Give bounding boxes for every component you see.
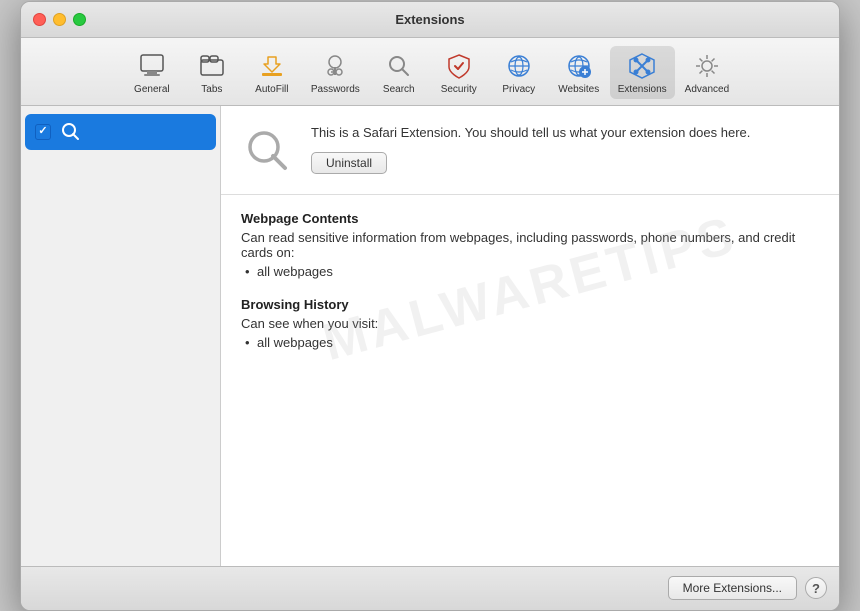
toolbar-item-search[interactable]: Search: [370, 46, 428, 99]
toolbar-item-websites[interactable]: Websites: [550, 46, 608, 99]
more-extensions-button[interactable]: More Extensions...: [668, 576, 797, 600]
security-label: Security: [441, 84, 477, 95]
toolbar-item-advanced[interactable]: Advanced: [677, 46, 737, 99]
search-label: Search: [383, 84, 415, 95]
permission-title-history: Browsing History: [241, 297, 819, 312]
permission-group-webpage: Webpage Contents Can read sensitive info…: [241, 211, 819, 279]
extension-checkbox[interactable]: ✓: [35, 124, 51, 140]
permission-group-history: Browsing History Can see when you visit:…: [241, 297, 819, 350]
toolbar-item-passwords[interactable]: Passwords: [303, 46, 368, 99]
privacy-label: Privacy: [502, 84, 535, 95]
uninstall-button[interactable]: Uninstall: [311, 152, 387, 174]
extension-description: This is a Safari Extension. You should t…: [311, 124, 819, 142]
extensions-sidebar: ✓: [21, 106, 221, 566]
permission-list-webpage: all webpages: [241, 264, 819, 279]
toolbar-item-tabs[interactable]: Tabs: [183, 46, 241, 99]
titlebar: Extensions: [21, 2, 839, 38]
close-button[interactable]: [33, 13, 46, 26]
general-label: General: [134, 84, 170, 95]
extension-list-item[interactable]: ✓: [25, 114, 216, 150]
safari-preferences-window: Extensions General Tabs: [20, 1, 840, 611]
extension-header: This is a Safari Extension. You should t…: [221, 106, 839, 195]
fullscreen-button[interactable]: [73, 13, 86, 26]
toolbar-item-general[interactable]: General: [123, 46, 181, 99]
advanced-label: Advanced: [685, 84, 729, 95]
privacy-icon: [503, 50, 535, 82]
extension-small-icon: [59, 120, 83, 144]
main-content: ✓ T: [21, 106, 839, 566]
window-title: Extensions: [395, 12, 464, 27]
toolbar: General Tabs AutoFill: [21, 38, 839, 106]
toolbar-item-privacy[interactable]: Privacy: [490, 46, 548, 99]
autofill-icon: [256, 50, 288, 82]
websites-label: Websites: [558, 84, 599, 95]
toolbar-item-autofill[interactable]: AutoFill: [243, 46, 301, 99]
traffic-lights: [33, 13, 86, 26]
bottom-bar: More Extensions... ?: [21, 566, 839, 610]
permission-item: all webpages: [241, 264, 819, 279]
permissions-section: MALWARETIPS Webpage Contents Can read se…: [221, 195, 839, 384]
extensions-icon: [626, 50, 658, 82]
permission-title-webpage: Webpage Contents: [241, 211, 819, 226]
security-icon: [443, 50, 475, 82]
permission-desc-history: Can see when you visit:: [241, 316, 819, 331]
tabs-label: Tabs: [201, 84, 222, 95]
permission-list-history: all webpages: [241, 335, 819, 350]
help-button[interactable]: ?: [805, 577, 827, 599]
websites-icon: [563, 50, 595, 82]
toolbar-item-extensions[interactable]: Extensions: [610, 46, 675, 99]
extensions-label: Extensions: [618, 84, 667, 95]
extension-header-text: This is a Safari Extension. You should t…: [311, 124, 819, 174]
permission-desc-webpage: Can read sensitive information from webp…: [241, 230, 819, 260]
extension-detail-panel: This is a Safari Extension. You should t…: [221, 106, 839, 566]
advanced-icon: [691, 50, 723, 82]
extension-large-icon: [241, 124, 295, 178]
minimize-button[interactable]: [53, 13, 66, 26]
general-icon: [136, 50, 168, 82]
autofill-label: AutoFill: [255, 84, 288, 95]
toolbar-item-security[interactable]: Security: [430, 46, 488, 99]
permission-item: all webpages: [241, 335, 819, 350]
search-toolbar-icon: [383, 50, 415, 82]
tabs-icon: [196, 50, 228, 82]
passwords-label: Passwords: [311, 84, 360, 95]
passwords-icon: [319, 50, 351, 82]
